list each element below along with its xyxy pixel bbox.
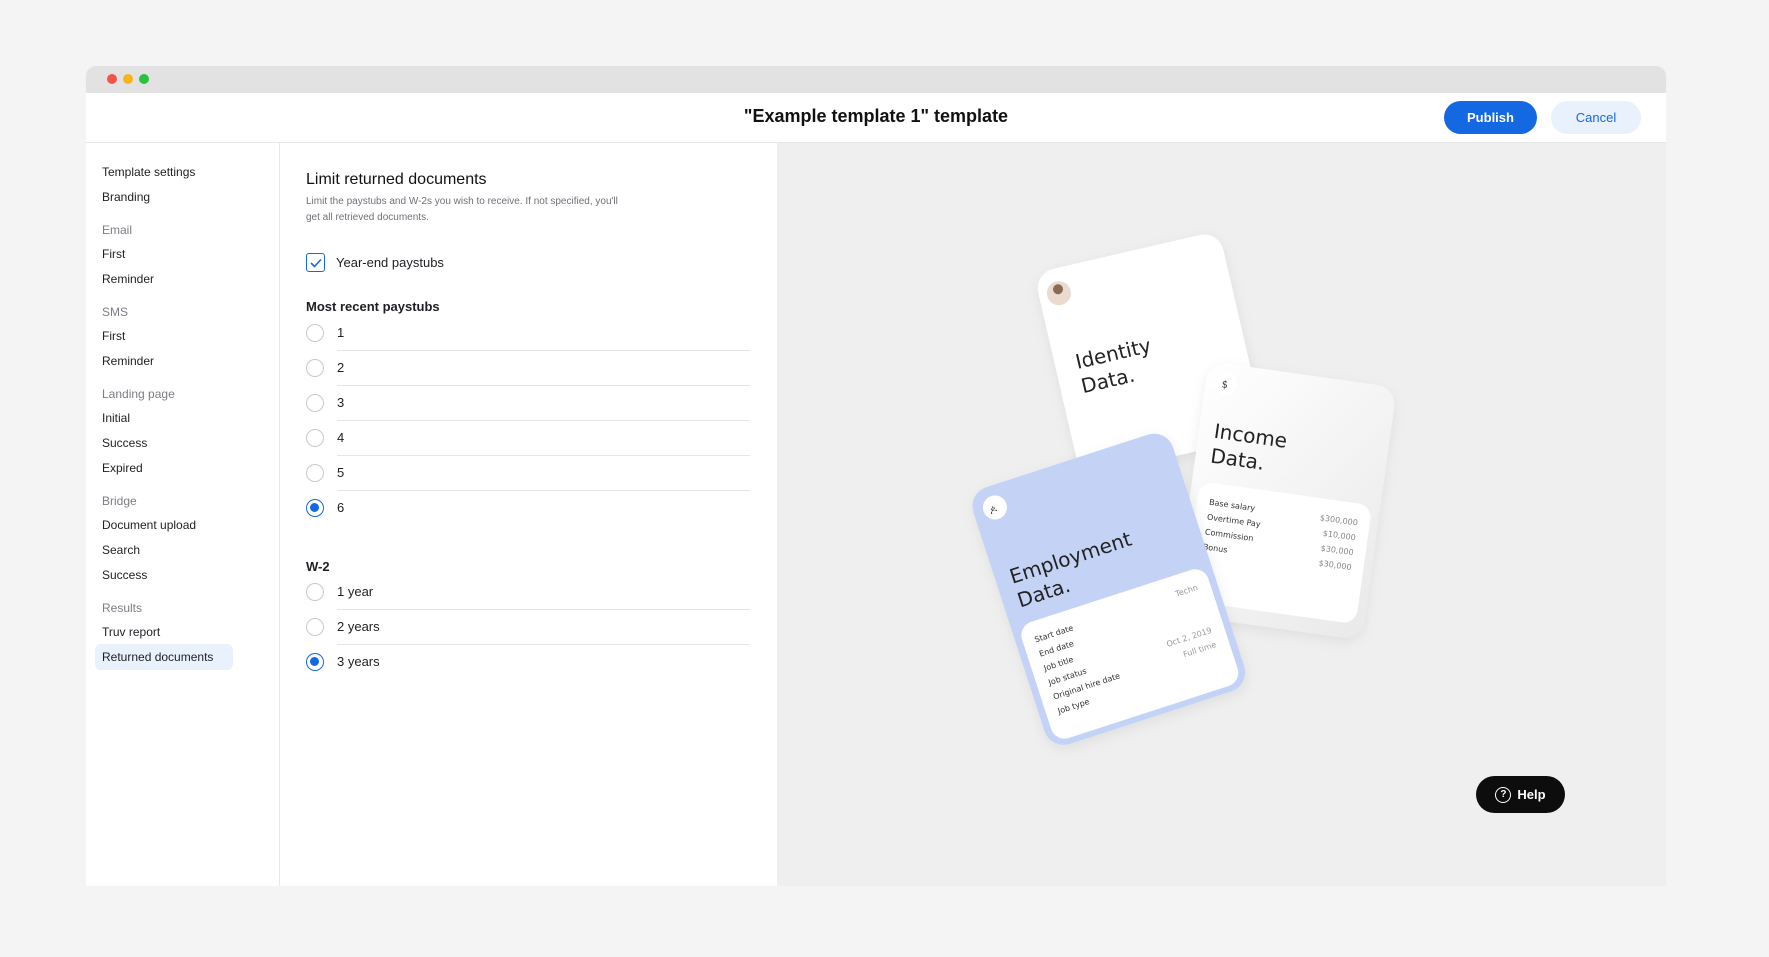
window-titlebar (86, 66, 1666, 93)
w2-option-3-years[interactable]: 3 years (306, 645, 750, 680)
sidebar-heading-email: Email (102, 223, 133, 237)
sidebar-nav: Template settings Branding Email First R… (86, 143, 280, 886)
sidebar-item-email-reminder[interactable]: Reminder (102, 266, 160, 292)
cancel-button[interactable]: Cancel (1551, 101, 1641, 134)
paystubs-option-4[interactable]: 4 (306, 421, 750, 456)
paystubs-option-3[interactable]: 3 (306, 386, 750, 421)
settings-panel: Limit returned documents Limit the payst… (280, 143, 777, 886)
sidebar-heading-bridge: Bridge (102, 494, 137, 508)
w2-option-label: 3 years (337, 654, 380, 669)
sidebar-item-truv-report[interactable]: Truv report (102, 619, 166, 645)
year-end-paystubs-option[interactable]: Year-end paystubs (306, 253, 444, 272)
paystubs-radio-3[interactable] (306, 394, 324, 412)
checkmark-icon (309, 258, 322, 268)
sidebar-item-returned-documents[interactable]: Returned documents (95, 644, 233, 670)
sidebar-item-landing-expired[interactable]: Expired (102, 455, 149, 481)
app-window: "Example template 1" template Publish Ca… (86, 66, 1666, 886)
paystubs-option-label: 2 (337, 360, 345, 375)
paystubs-option-label: 6 (337, 500, 345, 515)
paystubs-option-6[interactable]: 6 (306, 491, 750, 526)
paystubs-option-label: 5 (337, 465, 345, 480)
paystubs-radio-6[interactable] (306, 499, 324, 517)
w2-option-label: 1 year (337, 584, 374, 599)
paystubs-radio-1[interactable] (306, 324, 324, 342)
w2-radio-3-years[interactable] (306, 653, 324, 671)
sidebar-item-bridge-document-upload[interactable]: Document upload (102, 512, 202, 538)
year-end-paystubs-label: Year-end paystubs (336, 255, 444, 270)
paystubs-radio-2[interactable] (306, 359, 324, 377)
w2-heading: W-2 (306, 559, 330, 574)
sidebar-item-landing-success[interactable]: Success (102, 430, 153, 456)
sidebar-item-landing-initial[interactable]: Initial (102, 405, 136, 431)
paystubs-option-2[interactable]: 2 (306, 351, 750, 386)
maximize-window-dot[interactable] (139, 74, 149, 84)
w2-option-label: 2 years (337, 619, 380, 634)
paystubs-option-5[interactable]: 5 (306, 456, 750, 491)
help-label: Help (1517, 787, 1546, 802)
page-header: "Example template 1" template Publish Ca… (86, 93, 1666, 143)
sidebar-heading-results: Results (102, 601, 143, 615)
help-button[interactable]: ? Help (1476, 776, 1565, 813)
sidebar-item-bridge-search[interactable]: Search (102, 537, 146, 563)
close-window-dot[interactable] (107, 74, 117, 84)
page-title: "Example template 1" template (743, 106, 1009, 126)
sidebar-item-bridge-success[interactable]: Success (102, 562, 153, 588)
sidebar-item-sms-first[interactable]: First (102, 323, 131, 349)
sidebar-item-branding[interactable]: Branding (102, 184, 156, 210)
paystubs-option-1[interactable]: 1 (306, 316, 750, 351)
year-end-paystubs-checkbox[interactable] (306, 253, 325, 272)
paystubs-option-label: 4 (337, 430, 345, 445)
sidebar-item-template-settings[interactable]: Template settings (102, 159, 201, 185)
paystubs-option-label: 3 (337, 395, 345, 410)
paystubs-radio-4[interactable] (306, 429, 324, 447)
sidebar-heading-sms: SMS (102, 305, 129, 319)
w2-radio-1-year[interactable] (306, 583, 324, 601)
publish-button[interactable]: Publish (1444, 101, 1537, 134)
minimize-window-dot[interactable] (123, 74, 133, 84)
paystubs-heading: Most recent paystubs (306, 299, 440, 314)
data-cards-illustration: Identity Data. $ Income Data. Base salar… (972, 234, 1395, 745)
w2-radio-2-years[interactable] (306, 618, 324, 636)
section-description: Limit the paystubs and W-2s you wish to … (306, 196, 618, 223)
paystubs-option-label: 1 (337, 325, 345, 340)
paystubs-radio-5[interactable] (306, 464, 324, 482)
preview-panel: Identity Data. $ Income Data. Base salar… (777, 143, 1666, 886)
section-title: Limit returned documents (306, 171, 487, 188)
w2-option-2-years[interactable]: 2 years (306, 610, 750, 645)
question-icon: ? (1495, 786, 1512, 803)
w2-option-1-year[interactable]: 1 year (306, 575, 750, 610)
sidebar-heading-landing-page: Landing page (102, 387, 175, 401)
sidebar-item-email-first[interactable]: First (102, 241, 131, 267)
sidebar-item-sms-reminder[interactable]: Reminder (102, 348, 160, 374)
